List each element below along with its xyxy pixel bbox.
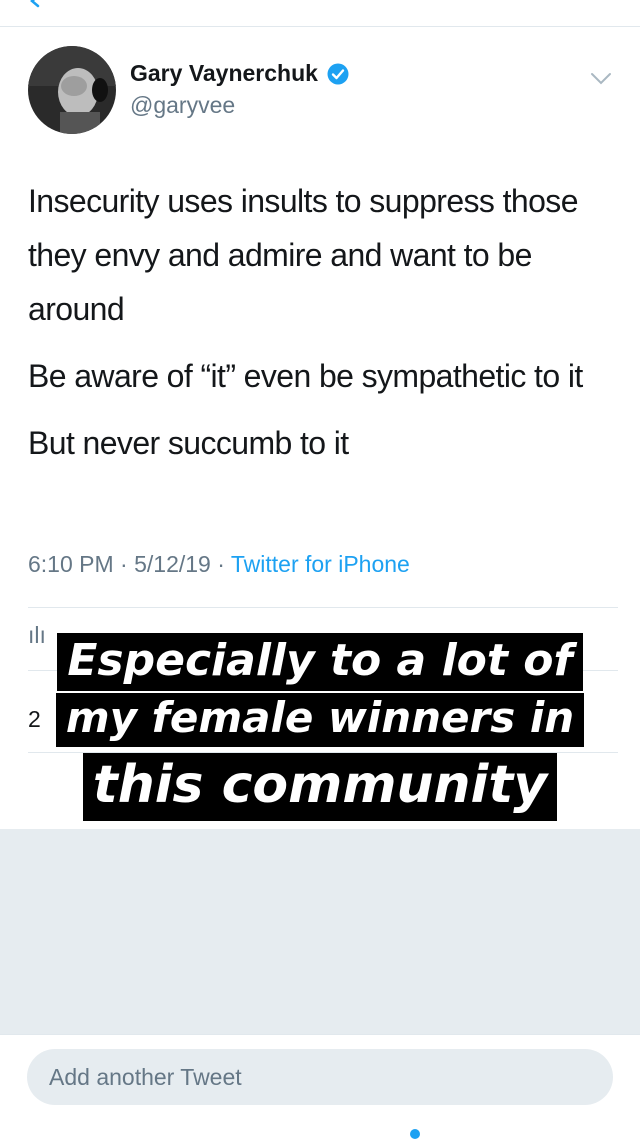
author-handle[interactable]: @garyvee [130,92,235,119]
tweet-body: Insecurity uses insults to suppress thos… [28,174,618,483]
caption-line: this community [82,753,558,821]
back-icon[interactable] [28,0,42,8]
scroll-indicator [410,1129,420,1139]
replies-area [0,829,640,1034]
author-name[interactable]: Gary Vaynerchuk [130,60,318,87]
reply-bar: Add another Tweet [0,1034,640,1139]
tweet-timestamp: 6:10 PM · 5/12/19 · [28,551,225,577]
caption-line: my female winners in [55,693,585,747]
caption-line: Especially to a lot of [57,633,583,691]
tweet-paragraph: Be aware of “it” even be sympathetic to … [28,358,583,394]
divider [28,607,618,608]
tweet-header: Gary Vaynerchuk @garyvee [28,46,612,136]
tweet-meta: 6:10 PM · 5/12/19 · Twitter for iPhone [28,551,410,578]
avatar[interactable] [28,46,116,134]
chevron-down-icon[interactable] [590,72,612,86]
top-bar [0,0,640,27]
tweet-paragraph: But never succumb to it [28,425,349,461]
verified-icon [327,63,349,84]
story-caption: Especially to a lot of my female winners… [0,633,640,821]
tweet-source-link[interactable]: Twitter for iPhone [231,551,410,577]
tweet-paragraph: Insecurity uses insults to suppress thos… [28,183,579,327]
add-tweet-input[interactable]: Add another Tweet [27,1049,613,1105]
